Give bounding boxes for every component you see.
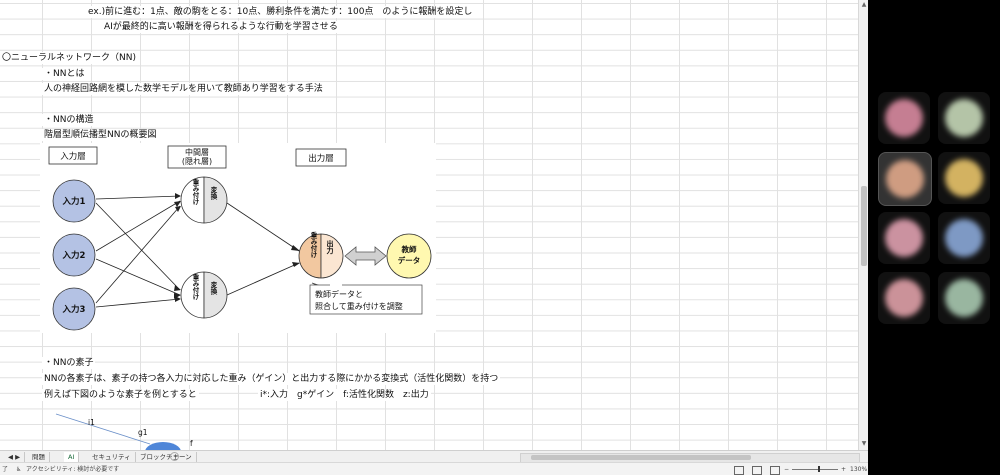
svg-text:入力2: 入力2	[62, 250, 86, 261]
svg-text:教師: 教師	[401, 244, 417, 254]
cell-reward-example[interactable]: ex.)前に進む：1点、敵の駒をとる：10点、勝利条件を満たす：100点 のよう…	[86, 6, 475, 18]
video-participants-panel	[868, 0, 1000, 475]
status-bar: 了 ♿ アクセシビリティ: 検討が必要です − + 130%	[0, 462, 868, 475]
accessibility-icon[interactable]: ♿	[16, 463, 21, 475]
participant-avatar	[945, 219, 983, 257]
cell-nn-structure-heading[interactable]: ・NNの構造	[42, 114, 96, 126]
status-ready: 了	[2, 466, 9, 473]
participant-tile[interactable]	[878, 212, 930, 264]
participant-tile[interactable]	[938, 272, 990, 324]
adjust-weights-callout: 教師データと 照合して重み付けを調整	[309, 282, 423, 315]
nn-structure-diagram[interactable]: 入力層 中間層 (隠れ層) 出力層 入力1 入力2 入力3 重み付け 変換 重み…	[40, 143, 436, 333]
cell-nn-what-body[interactable]: 人の神経回路網を模した数学モデルを用いて教師あり学習をする手法	[42, 83, 325, 95]
teacher-data-node: 教師 データ	[386, 233, 432, 279]
hidden-node-1: 重み付け 変換	[180, 176, 228, 224]
svg-text:照合して重み付けを調整: 照合して重み付けを調整	[315, 301, 403, 311]
sheet-tab-0[interactable]: 問題	[28, 452, 50, 462]
add-sheet-icon[interactable]: +	[170, 452, 179, 461]
horizontal-scroll-thumb[interactable]	[531, 455, 751, 460]
svg-text:変換: 変換	[209, 185, 217, 201]
excel-window: ex.)前に進む：1点、敵の駒をとる：10点、勝利条件を満たす：100点 のよう…	[0, 0, 868, 475]
f-label: f	[190, 439, 193, 448]
cell-nn-heading[interactable]: 〇ニューラルネットワーク（NN)	[0, 52, 138, 64]
svg-text:入力1: 入力1	[62, 196, 86, 207]
participant-tile[interactable]	[878, 272, 930, 324]
zoom-level[interactable]: 130%	[850, 463, 867, 475]
i1-label: i1	[88, 418, 95, 427]
cell-nn-structure-sub[interactable]: 階層型順伝播型NNの概要図	[42, 129, 159, 141]
participant-tile[interactable]	[938, 92, 990, 144]
participant-avatar	[945, 99, 983, 137]
scroll-down-arrow-icon[interactable]: ▼	[860, 440, 868, 448]
participant-avatar	[886, 160, 924, 198]
zoom-slider[interactable]	[792, 469, 838, 470]
cell-element-body[interactable]: NNの各素子は、素子の持つ各入力に対応した重み（ゲイン）と出力する際にかかる変換…	[42, 373, 501, 385]
participant-avatar	[885, 99, 923, 137]
participant-tile[interactable]	[938, 152, 990, 204]
element-mini-diagram[interactable]: i1 g1 f	[50, 412, 230, 450]
participant-tile[interactable]	[878, 152, 932, 206]
g1-label: g1	[138, 428, 148, 437]
vertical-scrollbar[interactable]: ▲ ▼	[858, 0, 868, 450]
participant-tile[interactable]	[938, 212, 990, 264]
element-node	[145, 442, 181, 450]
normal-view-icon[interactable]	[734, 466, 744, 475]
participant-avatar	[885, 219, 923, 257]
accessibility-status[interactable]: アクセシビリティ: 検討が必要です	[26, 463, 119, 475]
sheet-nav-icon[interactable]: ◀ ▶	[4, 452, 26, 462]
vertical-scroll-thumb[interactable]	[861, 186, 867, 266]
cell-element-heading[interactable]: ・NNの素子	[42, 357, 96, 369]
input-line-i1	[55, 413, 151, 445]
svg-text:重み付け: 重み付け	[191, 273, 199, 302]
cell-nn-what-heading[interactable]: ・NNとは	[42, 68, 87, 80]
sheet-tab-3[interactable]: ブロックチェーン	[136, 452, 197, 462]
page-layout-view-icon[interactable]	[752, 466, 762, 475]
layer-hidden-sublabel: (隠れ層)	[182, 156, 212, 166]
zoom-in-icon[interactable]: +	[841, 463, 846, 475]
participant-avatar	[945, 279, 983, 317]
layer-input-label: 入力層	[60, 151, 86, 162]
sheet-tab-2[interactable]: セキュリティ	[88, 452, 136, 462]
cell-element-example[interactable]: 例えば下図のような素子を例とすると	[42, 389, 199, 401]
cell-element-legend[interactable]: i*:入力 g*ゲイン f:活性化関数 z:出力	[258, 389, 431, 401]
input-node-2: 入力2	[52, 233, 96, 277]
layer-hidden-label: 中間層	[185, 147, 209, 157]
svg-text:重み付け: 重み付け	[191, 178, 199, 207]
zoom-slider-thumb[interactable]	[818, 466, 820, 472]
hidden-node-2: 重み付け 変換	[180, 271, 228, 319]
participant-avatar	[945, 159, 983, 197]
scroll-up-arrow-icon[interactable]: ▲	[860, 1, 868, 9]
participant-avatar	[885, 279, 923, 317]
svg-text:入力3: 入力3	[62, 304, 86, 315]
spreadsheet-grid[interactable]: ex.)前に進む：1点、敵の駒をとる：10点、勝利条件を満たす：100点 のよう…	[0, 0, 858, 450]
input-node-1: 入力1	[52, 179, 96, 223]
page-break-view-icon[interactable]	[770, 466, 780, 475]
cell-reward-goal[interactable]: AIが最終的に高い報酬を得られるような行動を学習させる	[102, 21, 340, 33]
participant-tile[interactable]	[878, 92, 930, 144]
zoom-out-icon[interactable]: −	[784, 463, 789, 475]
svg-text:教師データと: 教師データと	[315, 289, 363, 299]
svg-text:変換: 変換	[209, 280, 217, 296]
layer-output-label: 出力層	[308, 153, 334, 164]
svg-text:出力: 出力	[326, 239, 334, 255]
svg-text:データ: データ	[398, 255, 421, 265]
input-node-3: 入力3	[52, 287, 96, 331]
svg-text:重み付け: 重み付け	[309, 231, 317, 259]
